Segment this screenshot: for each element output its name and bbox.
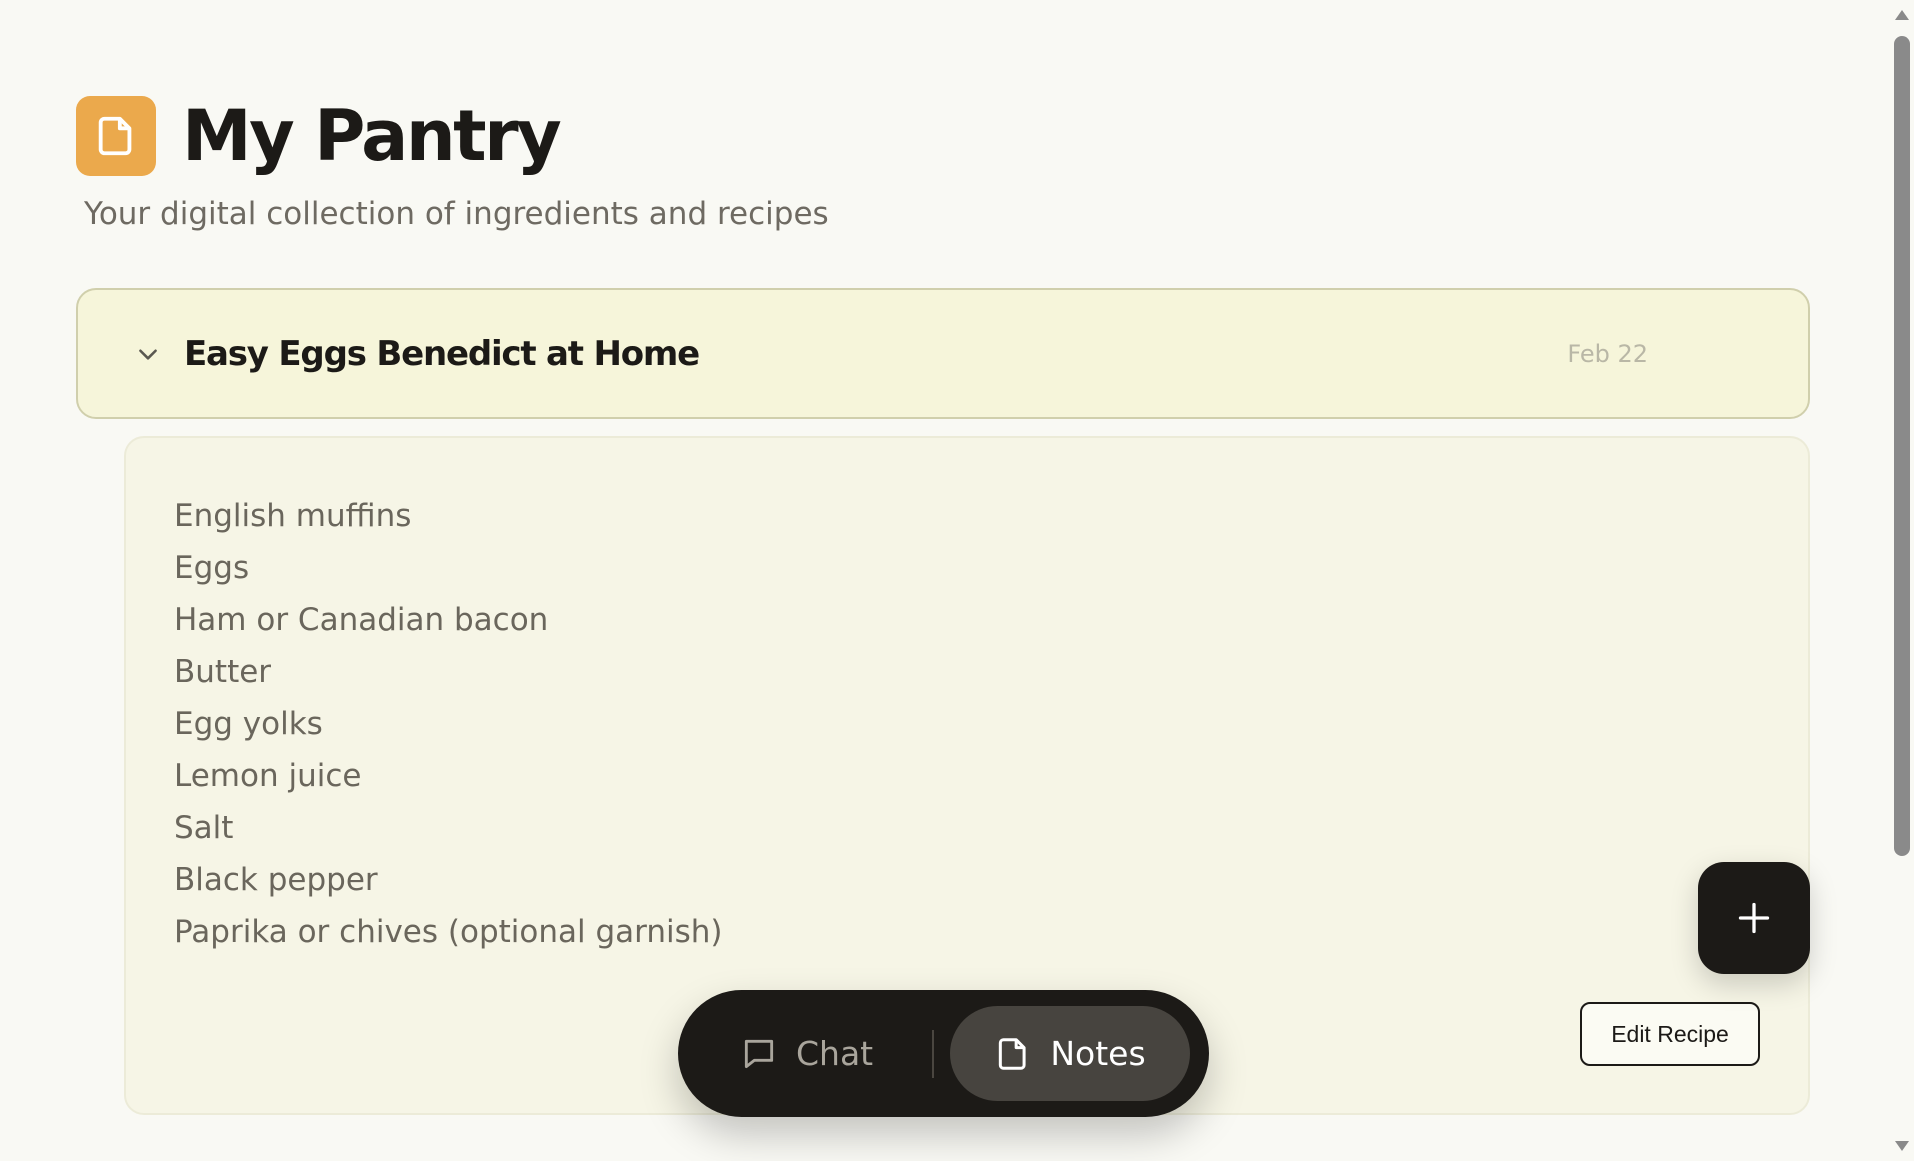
ingredient-item: Black pepper	[174, 862, 378, 898]
page-title: My Pantry	[182, 95, 562, 177]
note-icon	[999, 1037, 1026, 1070]
ingredient-item: Eggs	[174, 550, 250, 586]
app-logo	[76, 96, 156, 176]
ingredient-item: Lemon juice	[174, 758, 362, 794]
plus-icon	[1738, 902, 1770, 934]
recipe-title: Easy Eggs Benedict at Home	[184, 333, 700, 374]
scroll-up-arrow-icon[interactable]	[1895, 10, 1909, 20]
nav-notes-label: Notes	[1050, 1034, 1146, 1073]
ingredient-item: Ham or Canadian bacon	[174, 602, 549, 638]
ingredient-item: Salt	[174, 810, 234, 846]
page-subtitle: Your digital collection of ingredients a…	[84, 196, 829, 232]
scroll-down-arrow-icon[interactable]	[1895, 1141, 1909, 1151]
chevron-down-icon[interactable]	[130, 336, 166, 372]
ingredient-item: English muffins	[174, 498, 412, 534]
chat-bubble-icon	[744, 1039, 774, 1068]
add-button[interactable]	[1698, 862, 1810, 974]
nav-divider	[932, 1029, 934, 1078]
recipe-header[interactable]: Easy Eggs Benedict at Home Feb 22	[76, 288, 1810, 419]
ingredient-list: English muffins Eggs Ham or Canadian bac…	[174, 490, 723, 958]
nav-chat[interactable]: Chat	[740, 1006, 880, 1101]
nav-chat-label: Chat	[796, 1034, 874, 1073]
ingredient-item: Butter	[174, 654, 272, 690]
vertical-scrollbar[interactable]	[1890, 0, 1914, 1161]
app-header: My Pantry	[76, 95, 562, 177]
bottom-nav: Chat Notes	[678, 990, 1209, 1117]
scrollbar-thumb[interactable]	[1894, 36, 1910, 856]
ingredient-item: Egg yolks	[174, 706, 323, 742]
nav-notes[interactable]: Notes	[950, 1006, 1190, 1101]
note-icon	[98, 116, 132, 156]
ingredient-item: Paprika or chives (optional garnish)	[174, 914, 723, 950]
recipe-date: Feb 22	[1567, 339, 1648, 368]
edit-recipe-button[interactable]: Edit Recipe	[1580, 1002, 1760, 1066]
